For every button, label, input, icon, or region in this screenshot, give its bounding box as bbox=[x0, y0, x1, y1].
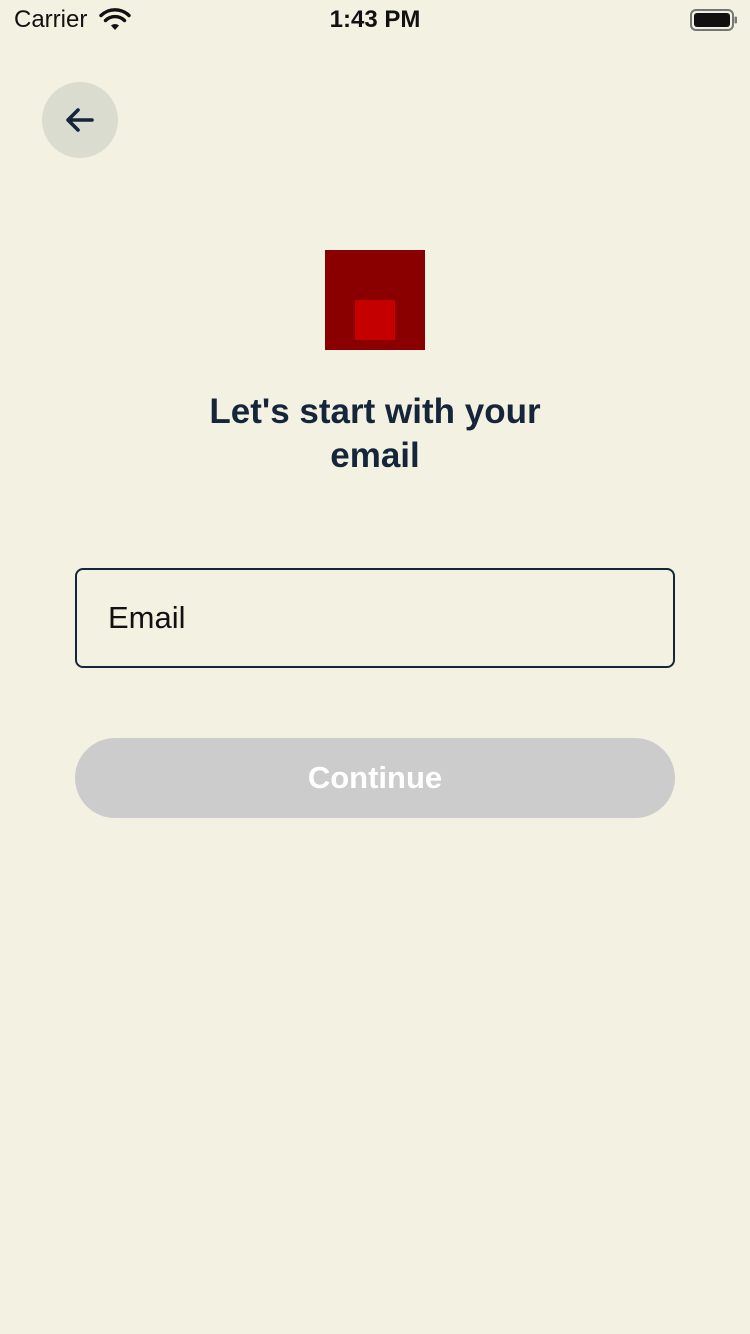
app-logo-inner bbox=[355, 300, 395, 340]
app-logo bbox=[325, 250, 425, 350]
back-button[interactable] bbox=[42, 82, 118, 158]
status-bar: Carrier 1:43 PM bbox=[0, 0, 750, 40]
page-title: Let's start with your email bbox=[209, 392, 541, 475]
arrow-left-icon bbox=[66, 108, 94, 132]
continue-button[interactable]: Continue bbox=[75, 738, 675, 818]
clock: 1:43 PM bbox=[329, 6, 421, 33]
email-field[interactable] bbox=[75, 568, 675, 668]
battery-icon bbox=[690, 9, 737, 31]
